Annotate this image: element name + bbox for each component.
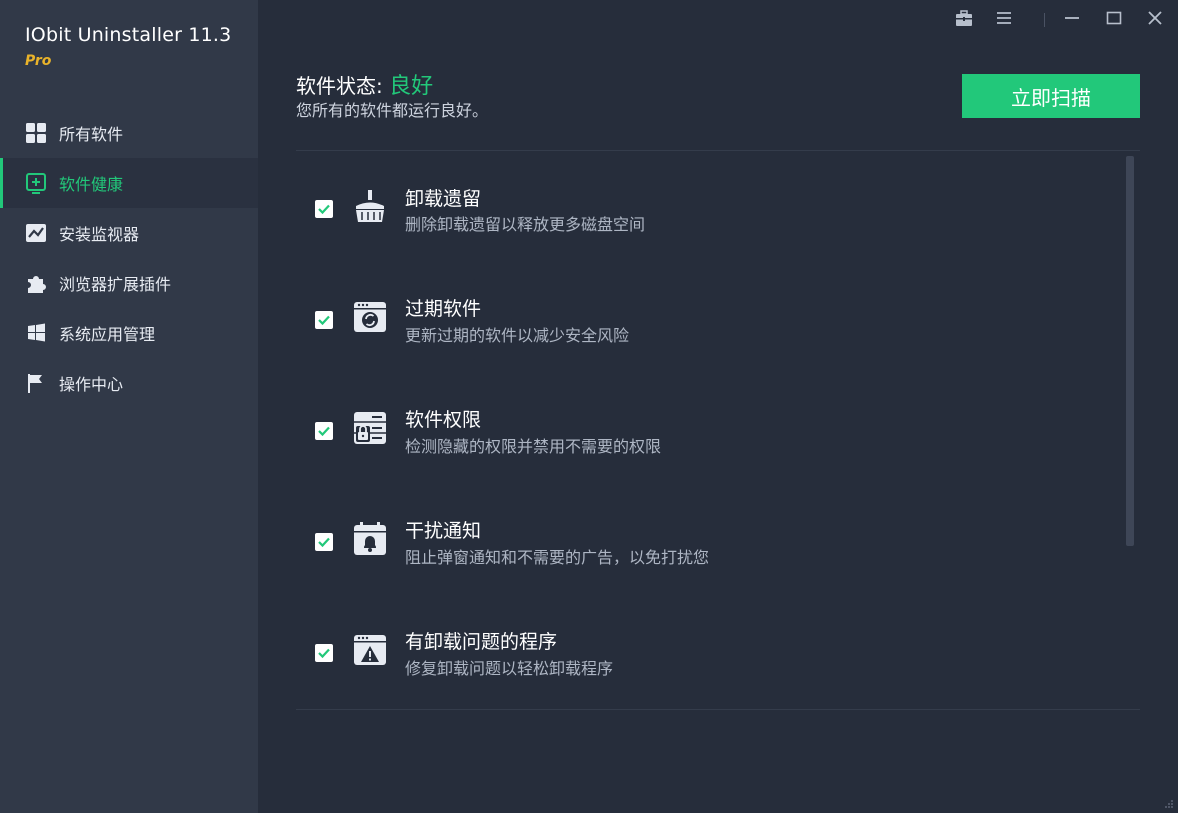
scrollbar[interactable] <box>1126 156 1134 546</box>
status-label: 软件状态: <box>296 74 383 98</box>
item-description: 阻止弹窗通知和不需要的广告，以免打扰您 <box>405 548 710 567</box>
close-button[interactable] <box>1143 8 1167 32</box>
resize-grip-icon[interactable] <box>1162 797 1174 809</box>
hamburger-menu-icon <box>994 8 1014 32</box>
list-item: 过期软件 更新过期的软件以减少安全风险 <box>296 273 1116 384</box>
update-window-icon <box>352 299 388 335</box>
sidebar-item-label: 所有软件 <box>59 125 124 144</box>
minimize-icon <box>1062 8 1082 32</box>
windows-icon <box>25 322 47 344</box>
toolbox-button[interactable] <box>952 8 976 32</box>
sidebar-item-label: 浏览器扩展插件 <box>59 275 172 294</box>
sidebar-item-label: 系统应用管理 <box>59 325 156 344</box>
list-item: 干扰通知 阻止弹窗通知和不需要的广告，以免打扰您 <box>296 495 1116 606</box>
menu-button[interactable] <box>992 8 1016 32</box>
item-description: 修复卸载问题以轻松卸载程序 <box>405 659 614 678</box>
titlebar-separator <box>1044 13 1045 27</box>
health-plus-icon <box>25 172 47 194</box>
toolbox-icon <box>954 8 974 32</box>
minimize-button[interactable] <box>1060 8 1084 32</box>
item-checkbox[interactable] <box>315 200 333 218</box>
item-title: 有卸载问题的程序 <box>405 631 558 653</box>
sidebar-item-browser-extensions[interactable]: 浏览器扩展插件 <box>0 258 258 308</box>
health-item-list: 卸载遗留 删除卸载遗留以释放更多磁盘空间 过期软件 更新过期的软件以减少安全风险… <box>296 162 1116 717</box>
status-value: 良好 <box>389 74 434 99</box>
divider <box>296 709 1140 710</box>
sidebar-item-software-health[interactable]: 软件健康 <box>0 158 258 208</box>
flag-icon <box>25 372 47 394</box>
checkmark-icon <box>318 204 330 215</box>
maximize-icon <box>1104 8 1124 32</box>
list-item: 有卸载问题的程序 修复卸载问题以轻松卸载程序 <box>296 606 1116 717</box>
item-title: 卸载遗留 <box>405 188 482 210</box>
item-checkbox[interactable] <box>315 644 333 662</box>
checkmark-icon <box>318 426 330 437</box>
maximize-button[interactable] <box>1102 8 1126 32</box>
grid-icon <box>25 122 47 144</box>
sidebar-item-all-software[interactable]: 所有软件 <box>0 108 258 158</box>
sidebar-item-action-center[interactable]: 操作中心 <box>0 358 258 408</box>
app-edition-badge: Pro <box>25 53 52 69</box>
list-item: 软件权限 检测隐藏的权限并禁用不需要的权限 <box>296 384 1116 495</box>
divider <box>296 150 1140 151</box>
sidebar-item-label: 软件健康 <box>59 175 124 194</box>
item-title: 干扰通知 <box>405 520 482 542</box>
app-title: IObit Uninstaller 11.3 <box>25 24 232 46</box>
item-checkbox[interactable] <box>315 533 333 551</box>
item-checkbox[interactable] <box>315 311 333 329</box>
puzzle-icon <box>25 272 47 294</box>
list-item: 卸载遗留 删除卸载遗留以释放更多磁盘空间 <box>296 162 1116 273</box>
item-description: 检测隐藏的权限并禁用不需要的权限 <box>405 437 662 456</box>
broom-icon <box>352 188 388 224</box>
sidebar-item-install-monitor[interactable]: 安装监视器 <box>0 208 258 258</box>
notification-bell-icon <box>352 521 388 557</box>
scan-now-button[interactable]: 立即扫描 <box>962 74 1140 118</box>
status-description: 您所有的软件都运行良好。 <box>296 101 489 120</box>
item-title: 过期软件 <box>405 298 482 320</box>
sidebar-item-label: 安装监视器 <box>59 225 140 244</box>
title-bar <box>938 0 1178 40</box>
checkmark-icon <box>318 648 330 659</box>
warning-window-icon <box>352 632 388 668</box>
software-status: 软件状态: 良好 <box>296 68 433 100</box>
sidebar-item-label: 操作中心 <box>59 375 124 394</box>
item-description: 更新过期的软件以减少安全风险 <box>405 326 630 345</box>
item-checkbox[interactable] <box>315 422 333 440</box>
sidebar-item-system-apps[interactable]: 系统应用管理 <box>0 308 258 358</box>
sidebar-nav: 所有软件 软件健康 安装监视器 浏览器扩展插件 系统应用管理 操作中心 <box>0 108 258 408</box>
permission-lock-icon <box>352 410 388 446</box>
monitor-chart-icon <box>25 222 47 244</box>
item-title: 软件权限 <box>405 409 482 431</box>
checkmark-icon <box>318 315 330 326</box>
item-description: 删除卸载遗留以释放更多磁盘空间 <box>405 215 646 234</box>
sidebar: IObit Uninstaller 11.3 Pro 所有软件 软件健康 安装监… <box>0 0 258 813</box>
close-icon <box>1145 8 1165 32</box>
checkmark-icon <box>318 537 330 548</box>
